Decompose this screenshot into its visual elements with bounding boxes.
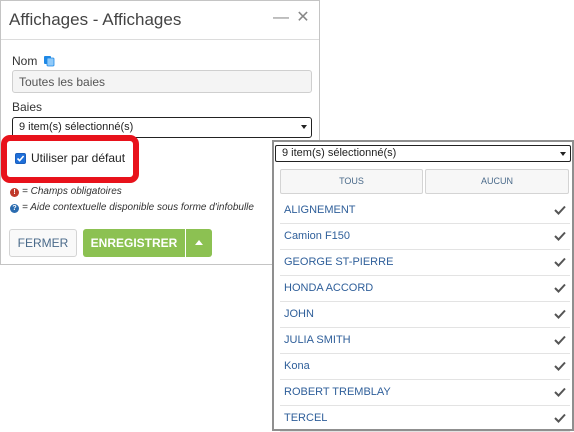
dropdown-list: ALIGNEMENT Camion F150 GEORGE ST-PIERRE …	[280, 198, 570, 432]
check-icon	[554, 257, 566, 267]
dialog-title: Affichages - Affichages	[9, 10, 182, 29]
check-icon	[554, 283, 566, 293]
list-item[interactable]: TERCEL	[280, 406, 570, 432]
list-item[interactable]: JULIA SMITH	[280, 328, 570, 354]
required-note-text: = Champs obligatoires	[22, 186, 122, 197]
list-item-label: JOHN	[284, 308, 314, 320]
save-button[interactable]: ENREGISTRER	[83, 229, 185, 257]
name-label: Nom	[12, 54, 38, 68]
list-item-label: ALIGNEMENT	[284, 204, 356, 216]
name-input[interactable]: Toutes les baies	[12, 70, 312, 93]
list-item[interactable]: JOHN	[280, 302, 570, 328]
check-icon	[554, 361, 566, 371]
dropdown-select-value: 9 item(s) sélectionné(s)	[282, 147, 397, 159]
select-all-button[interactable]: TOUS	[280, 169, 423, 194]
list-item[interactable]: GEORGE ST-PIERRE	[280, 250, 570, 276]
check-icon	[554, 413, 566, 423]
check-icon	[554, 231, 566, 241]
chevron-down-icon	[301, 125, 307, 129]
default-checkbox-label: Utiliser par défaut	[31, 151, 126, 165]
list-item[interactable]: Kona	[280, 354, 570, 380]
list-item-label: GEORGE ST-PIERRE	[284, 256, 394, 268]
bays-dropdown-panel: 9 item(s) sélectionné(s) TOUS AUCUN ALIG…	[272, 140, 574, 432]
check-icon	[554, 387, 566, 397]
help-note-text: = Aide contextuelle disponible sous form…	[22, 202, 254, 213]
bays-select-value: 9 item(s) sélectionné(s)	[19, 121, 134, 133]
minimize-icon[interactable]: —	[272, 9, 290, 27]
translate-icon[interactable]	[43, 55, 55, 67]
list-item-label: HONDA ACCORD	[284, 282, 374, 294]
required-note: ! = Champs obligatoires	[10, 186, 122, 197]
select-none-button[interactable]: AUCUN	[425, 169, 569, 194]
list-item-label: ROBERT TREMBLAY	[284, 386, 391, 398]
list-item[interactable]: Camion F150	[280, 224, 570, 250]
bays-label: Baies	[12, 100, 43, 114]
list-item-label: Kona	[284, 360, 310, 372]
list-item[interactable]: ALIGNEMENT	[280, 198, 570, 224]
close-icon[interactable]: ✕	[294, 9, 312, 27]
list-item[interactable]: ROBERT TREMBLAY	[280, 380, 570, 406]
check-icon	[554, 309, 566, 319]
checkmark-icon	[16, 155, 25, 162]
save-options-button[interactable]	[186, 229, 212, 257]
dropdown-select[interactable]: 9 item(s) sélectionné(s)	[275, 145, 571, 162]
default-checkbox[interactable]	[15, 153, 26, 164]
list-item-label: JULIA SMITH	[284, 334, 351, 346]
list-item[interactable]: HONDA ACCORD	[280, 276, 570, 302]
dialog-header: Affichages - Affichages — ✕	[1, 1, 319, 40]
check-icon	[554, 205, 566, 215]
check-icon	[554, 335, 566, 345]
required-icon: !	[10, 188, 19, 197]
close-button[interactable]: FERMER	[9, 229, 77, 257]
chevron-up-icon	[195, 240, 203, 245]
list-item-label: TERCEL	[284, 412, 328, 424]
help-note: ? = Aide contextuelle disponible sous for…	[10, 202, 254, 213]
list-item-label: Camion F150	[284, 230, 351, 242]
help-icon: ?	[10, 204, 19, 213]
chevron-down-icon	[560, 152, 566, 156]
